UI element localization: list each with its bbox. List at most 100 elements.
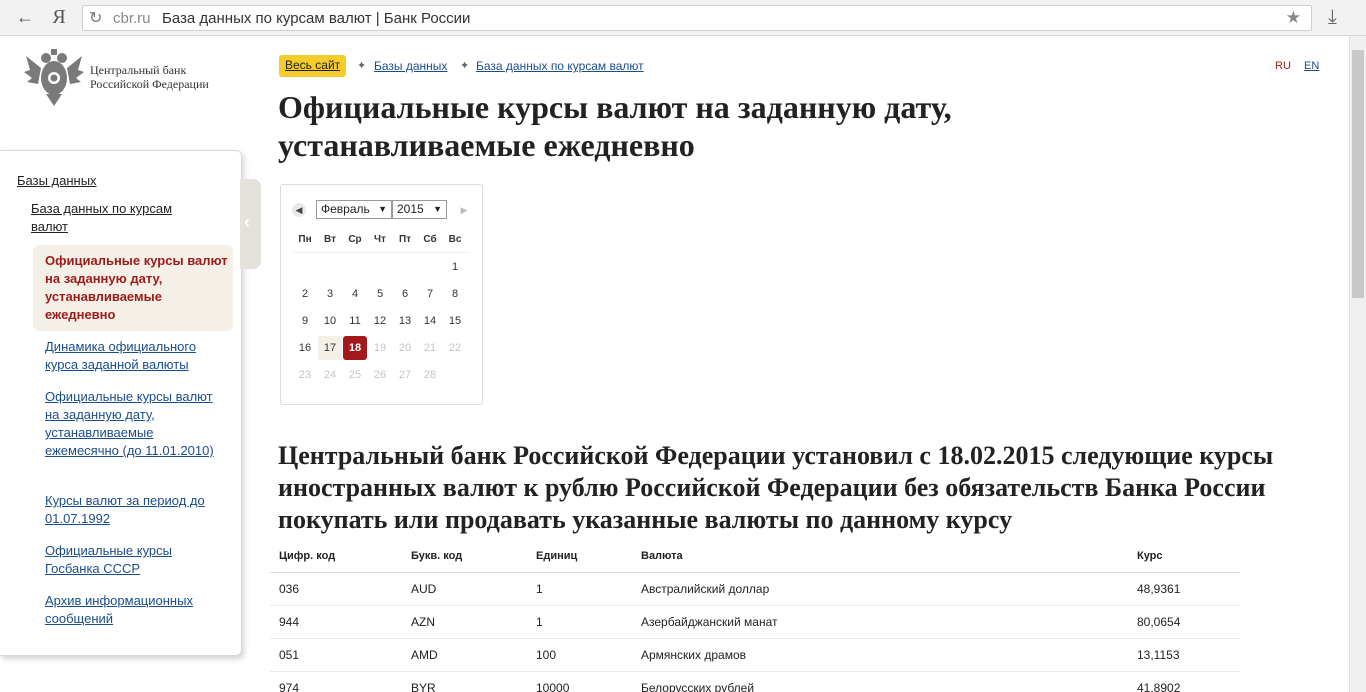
address-bar[interactable]: ↻ cbr.ru База данных по курсам валют | Б… <box>82 5 1312 31</box>
date-calendar: ◀ Февраль ▼ 2015 ▼ ▶ Пн Вт Ср Чт Пт Сб Вс … <box>280 184 483 405</box>
calendar-day[interactable]: 5 <box>368 282 392 306</box>
calendar-day[interactable]: 8 <box>443 282 467 306</box>
cell-num-code: 944 <box>279 615 300 629</box>
chevron-left-icon: ‹ <box>244 212 250 232</box>
cell-currency: Белорусских рублей <box>641 681 755 692</box>
cell-units: 1 <box>536 582 543 596</box>
table-row: 974 BYR 10000 Белорусских рублей 41,8902 <box>270 672 1240 692</box>
calendar-week-row: 16 17 18 19 20 21 22 <box>293 334 469 361</box>
calendar-day[interactable]: 6 <box>393 282 417 306</box>
calendar-day[interactable]: 16 <box>293 336 317 360</box>
scrollbar-thumb[interactable] <box>1352 50 1364 298</box>
cell-char-code: AZN <box>411 615 435 629</box>
browser-toolbar: ← Я ↻ cbr.ru База данных по курсам валют… <box>0 0 1366 36</box>
breadcrumb-home-button[interactable]: Весь сайт <box>279 55 347 77</box>
cell-num-code: 036 <box>279 582 300 596</box>
calendar-day-selected[interactable]: 18 <box>343 336 367 360</box>
cell-rate: 80,0654 <box>1137 615 1181 629</box>
back-button[interactable]: ← <box>14 6 36 28</box>
calendar-day-disabled: 27 <box>398 369 412 381</box>
breadcrumb-databases[interactable]: Базы данных <box>374 59 447 73</box>
table-row: 036 AUD 1 Австралийский доллар 48,9361 <box>270 573 1240 606</box>
cell-char-code: AUD <box>411 582 437 596</box>
cell-num-code: 051 <box>279 648 300 662</box>
rates-announcement: Центральный банк Российской Федерации ус… <box>278 441 1274 534</box>
cell-currency: Австралийский доллар <box>641 582 770 596</box>
calendar-day[interactable]: 14 <box>418 309 442 333</box>
bank-logo[interactable]: Центральный банк Российской Федерации <box>24 48 234 110</box>
calendar-day[interactable]: 17 <box>318 336 342 360</box>
dropdown-arrow-icon: ▼ <box>378 204 387 214</box>
sidebar-item-currency-db[interactable]: База данных по курсам валют <box>31 200 201 236</box>
yandex-logo[interactable]: Я <box>48 6 70 28</box>
sidebar-item-gosbank-ussr[interactable]: Официальные курсы Госбанка СССР <box>45 542 225 578</box>
calendar-day[interactable]: 7 <box>418 282 442 306</box>
weekday-header-row: Пн Вт Ср Чт Пт Сб Вс <box>293 231 469 253</box>
breadcrumb-separator-icon: ✦ <box>357 60 367 72</box>
calendar-day[interactable]: 11 <box>343 309 367 333</box>
cell-currency: Азербайджанский манат <box>641 615 778 629</box>
column-header-char-code: Букв. код <box>411 550 463 562</box>
weekday-label: Пт <box>398 234 412 245</box>
calendar-day[interactable]: 2 <box>293 282 317 306</box>
calendar-day[interactable]: 4 <box>343 282 367 306</box>
column-header-rate: Курс <box>1137 550 1163 562</box>
sidebar-collapse-toggle[interactable]: ‹ <box>240 179 261 269</box>
prev-month-icon[interactable]: ◀ <box>292 203 306 217</box>
cell-char-code: BYR <box>411 681 436 692</box>
sidebar-item-monthly-rates[interactable]: Официальные курсы валют на заданную дату… <box>45 388 225 460</box>
calendar-day-disabled: 26 <box>373 369 387 381</box>
calendar-week-row: 23 24 25 26 27 28 <box>293 361 469 388</box>
calendar-day-disabled: 25 <box>348 369 362 381</box>
page-scrollbar[interactable] <box>1349 36 1366 692</box>
breadcrumb-currency-db[interactable]: База данных по курсам валют <box>476 59 644 73</box>
double-headed-eagle-icon <box>24 49 84 106</box>
sidebar-item-daily-rates-active: Официальные курсы валют на заданную дату… <box>45 253 228 322</box>
dropdown-arrow-icon: ▼ <box>433 204 442 214</box>
calendar-day[interactable]: 15 <box>443 309 467 333</box>
year-select-value: 2015 <box>397 202 424 216</box>
cell-rate: 13,1153 <box>1137 648 1180 662</box>
column-header-num-code: Цифр. код <box>279 550 336 562</box>
calendar-day[interactable]: 3 <box>318 282 342 306</box>
weekday-label: Вс <box>448 234 462 245</box>
cell-char-code: AMD <box>411 648 438 662</box>
weekday-label: Пн <box>298 234 312 245</box>
cell-rate: 48,9361 <box>1137 582 1181 596</box>
reload-icon[interactable]: ↻ <box>89 8 102 28</box>
bank-name: Центральный банк Российской Федерации <box>90 63 209 91</box>
column-header-currency: Валюта <box>641 550 683 562</box>
weekday-label: Чт <box>374 234 386 245</box>
calendar-day[interactable]: 13 <box>393 309 417 333</box>
month-select-value: Февраль <box>321 202 370 216</box>
address-domain: cbr.ru <box>113 10 151 27</box>
month-select[interactable]: Февраль ▼ <box>316 200 392 219</box>
calendar-day[interactable]: 10 <box>318 309 342 333</box>
calendar-day[interactable]: 1 <box>443 255 467 279</box>
bank-name-line1: Центральный банк <box>90 63 187 77</box>
cell-units: 10000 <box>536 681 570 692</box>
table-header-row: Цифр. код Букв. код Единиц Валюта Курс <box>270 540 1240 573</box>
sidebar-item-rate-dynamics[interactable]: Динамика официального курса заданной вал… <box>45 338 225 374</box>
sidebar-item-databases[interactable]: Базы данных <box>17 172 97 190</box>
table-row: 944 AZN 1 Азербайджанский манат 80,0654 <box>270 606 1240 639</box>
weekday-label: Ср <box>348 234 362 245</box>
year-select[interactable]: 2015 ▼ <box>392 200 447 219</box>
table-row: 051 AMD 100 Армянских драмов 13,1153 <box>270 639 1240 672</box>
cell-currency: Армянских драмов <box>641 648 746 662</box>
calendar-week-row: 2345678 <box>293 280 469 307</box>
address-page-title: База данных по курсам валют | Банк Росси… <box>162 10 471 27</box>
column-header-units: Единиц <box>536 550 578 562</box>
sidebar-item-rates-1992[interactable]: Курсы валют за период до 01.07.1992 <box>45 492 225 528</box>
rates-table: Цифр. код Букв. код Единиц Валюта Курс 0… <box>270 540 1240 692</box>
calendar-day-disabled: 24 <box>323 369 337 381</box>
page-title: Официальные курсы валют на заданную дату… <box>278 89 952 163</box>
calendar-day-disabled: 19 <box>373 342 387 354</box>
bookmark-star-icon[interactable]: ★ <box>1286 8 1301 28</box>
sidebar-item-archive[interactable]: Архив информационных сообщений <box>45 592 225 628</box>
calendar-day[interactable]: 9 <box>293 309 317 333</box>
lang-en-link[interactable]: EN <box>1304 60 1319 72</box>
calendar-day-disabled: 21 <box>423 342 437 354</box>
calendar-day[interactable]: 12 <box>368 309 392 333</box>
download-icon[interactable]: ⤓ <box>1328 6 1337 29</box>
